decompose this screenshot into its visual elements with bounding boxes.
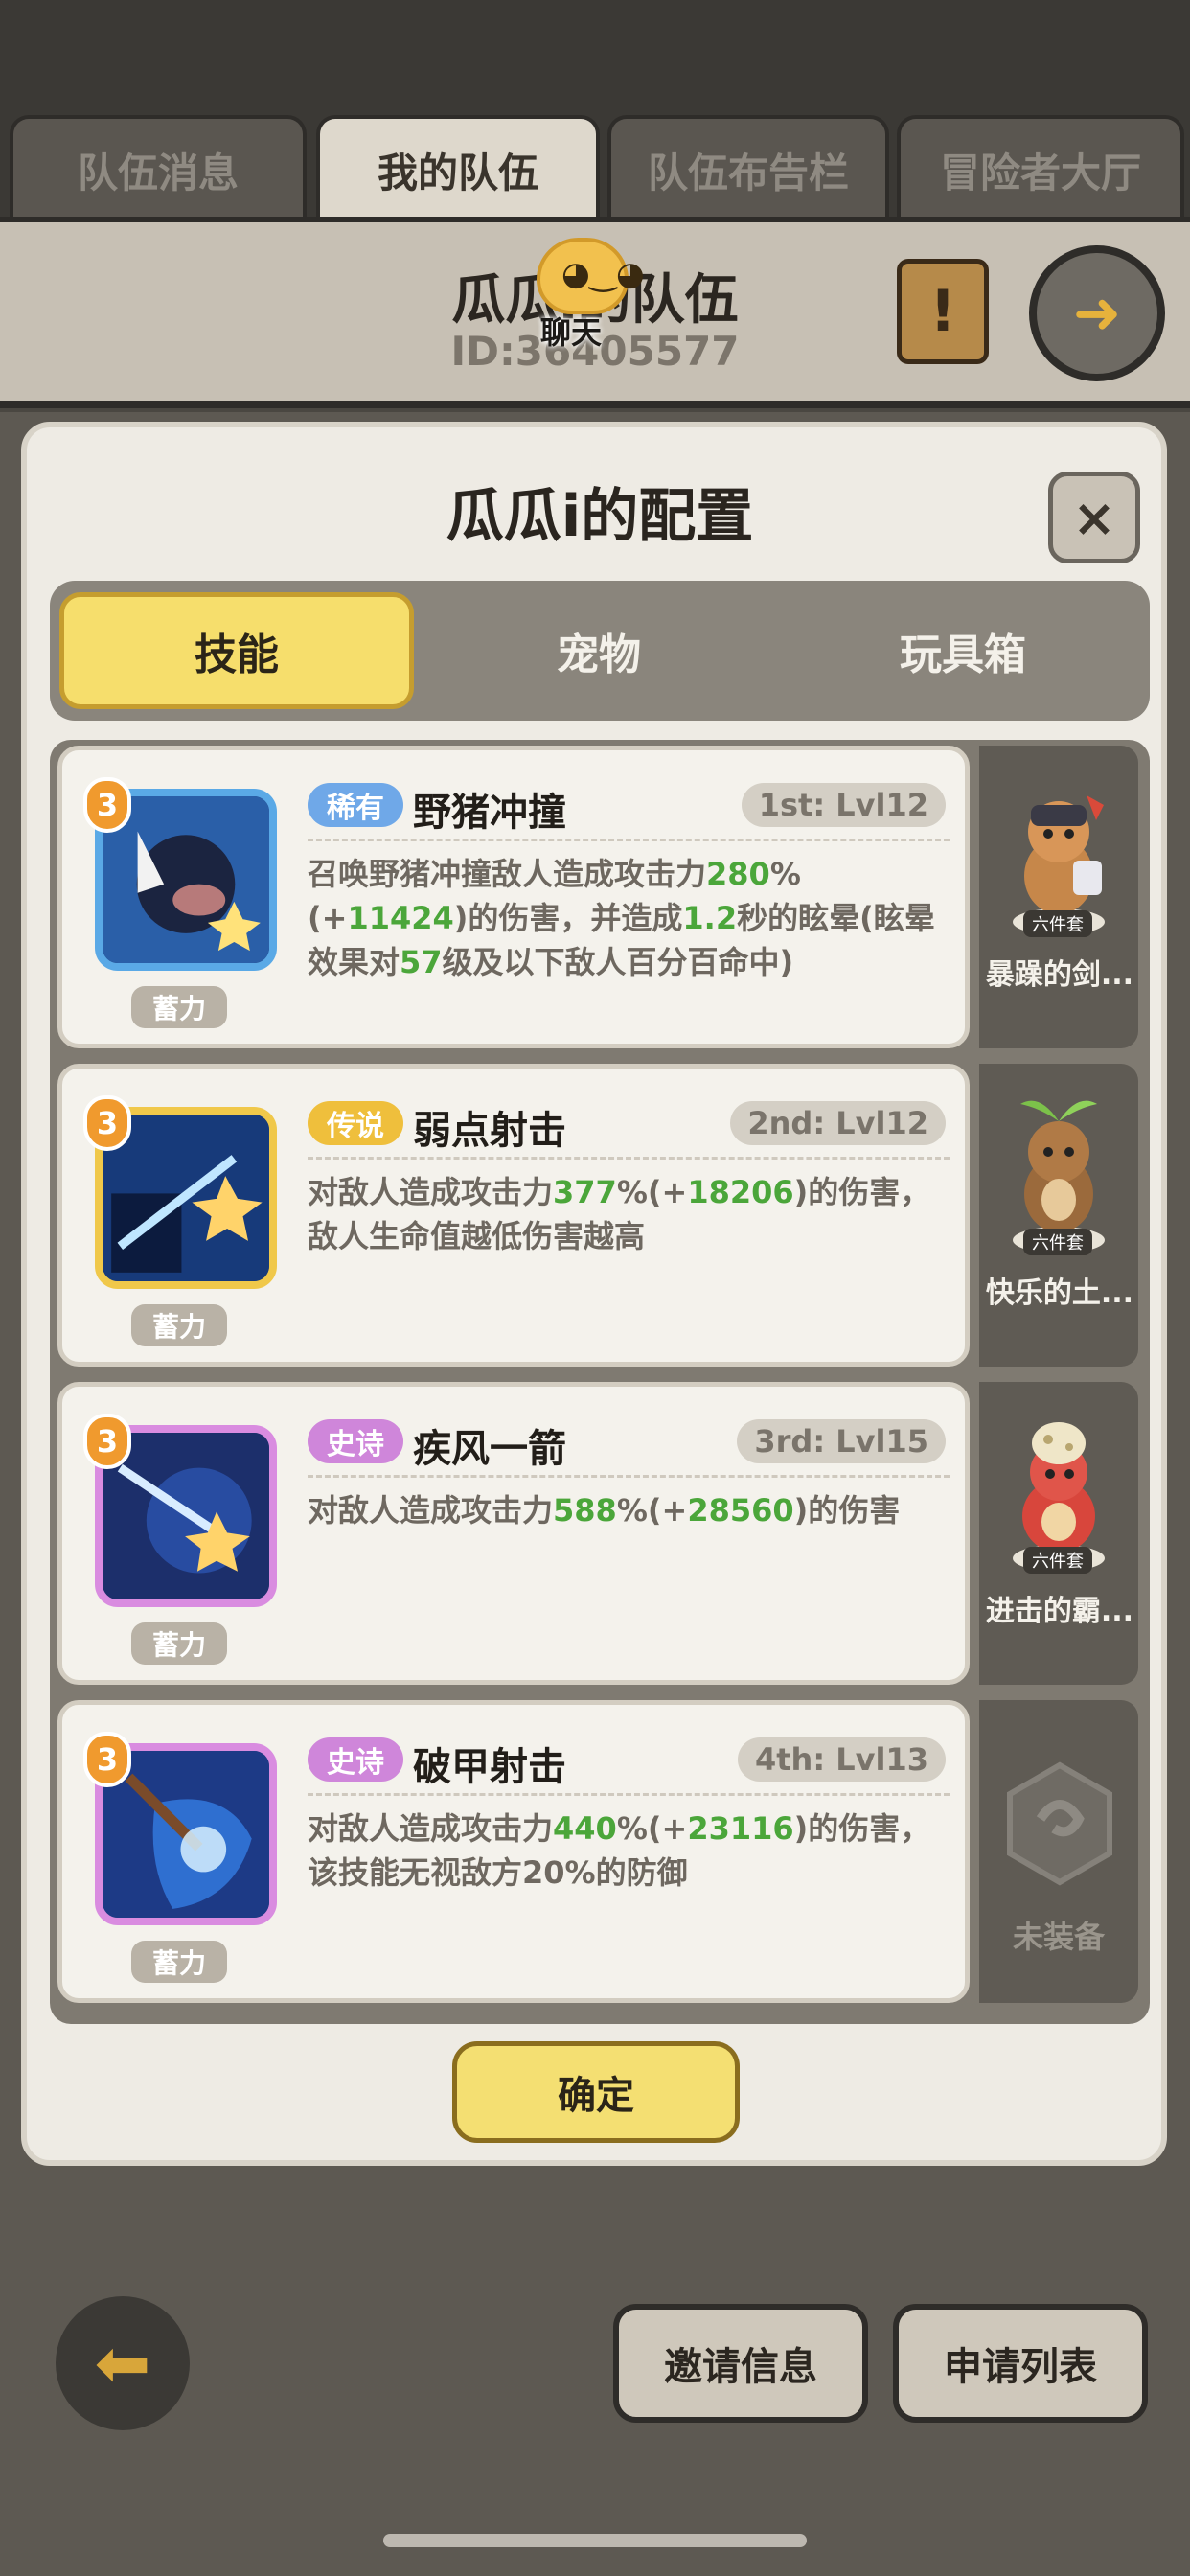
skill-card[interactable]: 3 蓄力 稀有 野猪冲撞 1st: Lvl12 召唤野猪冲撞敌人造成攻击力280… (57, 746, 970, 1048)
set-badge: 六件套 (1023, 1229, 1092, 1255)
config-modal: 瓜瓜i的配置 × 技能 宠物 玩具箱 六件套 暴躁的剑... 3 蓄力 稀有 野… (21, 422, 1167, 2166)
level-badge: 3 (83, 1732, 131, 1787)
charge-tag: 蓄力 (131, 1941, 227, 1983)
exit-icon[interactable]: ➜ (1029, 245, 1165, 381)
set-badge: 六件套 (1023, 1547, 1092, 1574)
close-button[interactable]: × (1048, 472, 1140, 564)
set-badge: 六件套 (1023, 910, 1092, 937)
divider (308, 1793, 950, 1796)
modal-title: 瓜瓜i的配置 (446, 483, 754, 550)
skill-card[interactable]: 3 蓄力 传说 弱点射击 2nd: Lvl12 对敌人造成攻击力377%(+18… (57, 1064, 970, 1367)
home-indicator[interactable] (383, 2534, 807, 2547)
pet-slot[interactable]: 六件套 暴躁的剑... (979, 746, 1138, 1048)
pet-name: 进击的霸... (985, 1595, 1134, 1628)
pet-slot[interactable]: 六件套 快乐的土... (979, 1064, 1138, 1367)
tab-team-messages[interactable]: 队伍消息 (10, 115, 307, 220)
divider (308, 1157, 950, 1160)
level-badge: 3 (83, 777, 131, 833)
invite-info-button[interactable]: 邀请信息 (613, 2304, 868, 2423)
tab-team-board[interactable]: 队伍布告栏 (607, 115, 889, 220)
rarity-badge: 史诗 (308, 1419, 403, 1463)
pet-slot-empty[interactable]: 未装备 (979, 1700, 1138, 2003)
pet-slot[interactable]: 六件套 进击的霸... (979, 1382, 1138, 1685)
skill-description: 召唤野猪冲撞敌人造成攻击力280%(+11424)的伤害，并造成1.2秒的眩晕(… (308, 856, 935, 980)
skill-name: 破甲射击 (413, 1745, 566, 1789)
skill-description: 对敌人造成攻击力377%(+18206)的伤害，敌人生命值越低伤害越高 (308, 1174, 931, 1254)
skill-slot-level: 4th: Lvl13 (737, 1737, 946, 1782)
tab-my-team[interactable]: 我的队伍 (316, 115, 600, 220)
skill-slot-level: 3rd: Lvl15 (737, 1419, 946, 1463)
skill-slot-level: 2nd: Lvl12 (730, 1101, 946, 1145)
skill-slot-level: 1st: Lvl12 (741, 783, 946, 827)
skill-name: 弱点射击 (413, 1109, 566, 1153)
skill-name: 野猪冲撞 (413, 791, 566, 835)
chat-label: 聊天 (539, 314, 602, 351)
skill-description: 对敌人造成攻击力440%(+23116)的伤害，该技能无视敌方20%的防御 (308, 1810, 931, 1891)
skill-card[interactable]: 3 蓄力 史诗 疾风一箭 3rd: Lvl15 对敌人造成攻击力588%(+28… (57, 1382, 970, 1685)
charge-tag: 蓄力 (131, 1622, 227, 1665)
empty-label: 未装备 (1012, 1919, 1105, 1955)
level-badge: 3 (83, 1414, 131, 1469)
tab-pets[interactable]: 宠物 (422, 592, 776, 709)
smiley-icon: ◕‿◕ (561, 255, 645, 293)
apply-list-button[interactable]: 申请列表 (893, 2304, 1148, 2423)
tab-skills[interactable]: 技能 (59, 592, 414, 709)
skill-description: 对敌人造成攻击力588%(+28560)的伤害 (308, 1492, 901, 1529)
skill-card[interactable]: 3 蓄力 史诗 破甲射击 4th: Lvl13 对敌人造成攻击力440%(+23… (57, 1700, 970, 2003)
level-badge: 3 (83, 1095, 131, 1151)
pet-name: 暴躁的剑... (985, 958, 1134, 992)
skill-name: 疾风一箭 (413, 1427, 566, 1471)
rarity-badge: 稀有 (308, 783, 403, 827)
empty-slot-icon (1007, 1761, 1112, 1886)
confirm-button[interactable]: 确定 (452, 2041, 740, 2143)
rarity-badge: 史诗 (308, 1737, 403, 1782)
pet-name: 快乐的土... (985, 1276, 1134, 1310)
divider (308, 1475, 950, 1478)
tab-adventurer-hall[interactable]: 冒险者大厅 (897, 115, 1184, 220)
skill-list: 六件套 暴躁的剑... 3 蓄力 稀有 野猪冲撞 1st: Lvl12 召唤野猪… (50, 740, 1150, 2024)
rarity-badge: 传说 (308, 1101, 403, 1145)
back-arrow-icon[interactable]: ⬅ (56, 2296, 190, 2430)
tab-toybox[interactable]: 玩具箱 (786, 592, 1140, 709)
notice-scroll-icon[interactable]: ! (897, 259, 989, 364)
chat-icon[interactable]: ◕‿◕ (537, 238, 645, 314)
charge-tag: 蓄力 (131, 1304, 227, 1346)
close-icon: × (1072, 487, 1116, 548)
divider (308, 839, 950, 841)
segment-bar: 技能 宠物 玩具箱 (50, 581, 1150, 721)
charge-tag: 蓄力 (131, 986, 227, 1028)
